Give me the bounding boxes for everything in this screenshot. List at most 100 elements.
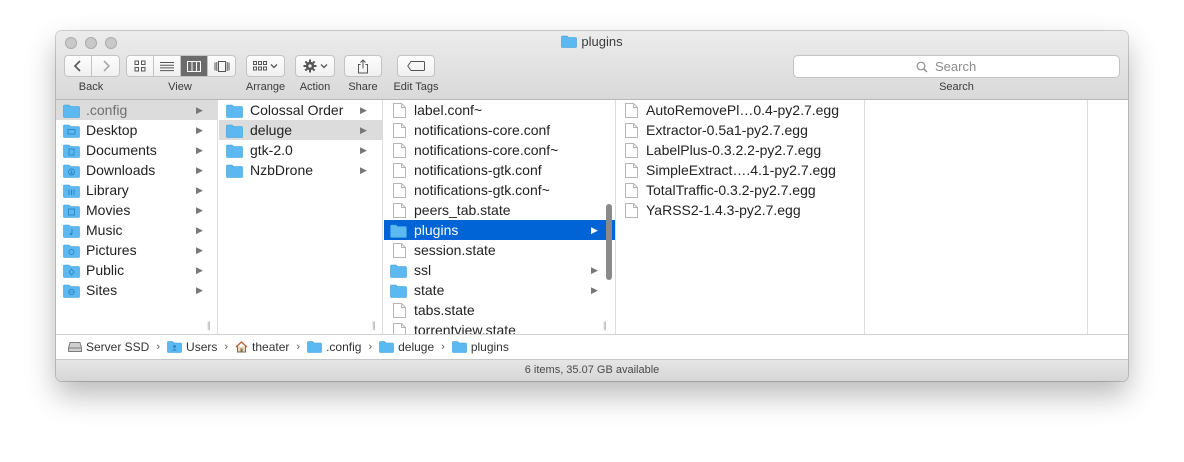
chevron-right-icon: ▶ [591,225,598,235]
back-forward-control [64,55,120,77]
list-item-state[interactable]: state ▶ [384,280,615,300]
list-item-egg[interactable]: TotalTraffic-0.3.2-py2.7.egg [617,180,864,200]
chevron-right-icon: ▶ [360,125,367,135]
search-label: Search [939,81,974,93]
chevron-right-icon: › [441,341,445,353]
vertical-scrollbar[interactable] [606,204,612,280]
column-browser: .config ▶ Desktop ▶ Documents ▶ Download… [56,100,1128,334]
breadcrumb-deluge[interactable]: deluge › [379,340,452,354]
list-item-pictures[interactable]: Pictures ▶ [56,240,217,260]
icon-view-button[interactable] [127,56,154,76]
folder-icon [379,341,394,353]
chevron-right-icon: ▶ [591,265,598,275]
column-empty [1088,100,1128,334]
arrange-button[interactable] [246,55,285,77]
share-label: Share [348,81,378,93]
gear-icon [303,59,316,73]
list-item-egg[interactable]: LabelPlus-0.3.2.2-py2.7.egg [617,140,864,160]
breadcrumb-config[interactable]: .config › [307,340,379,354]
list-item-file[interactable]: tabs.state [384,300,615,320]
chevron-right-icon: › [224,341,229,353]
chevron-right-icon: ▶ [196,165,203,175]
list-item-file[interactable]: label.conf~ [384,100,615,120]
action-button[interactable] [295,55,335,77]
list-item-documents[interactable]: Documents ▶ [56,140,217,160]
breadcrumb-plugins[interactable]: plugins [452,340,509,354]
search-input[interactable] [933,58,997,75]
document-icon [625,203,638,223]
list-item-file[interactable]: notifications-core.conf [384,120,615,140]
toolbar: plugins Back View Arrange Action Share E… [56,31,1128,100]
column-config: Colossal Order ▶ deluge ▶ gtk-2.0 ▶ NzbD… [219,100,383,334]
folder-icon [307,341,322,353]
folder-icon [226,163,243,183]
list-item-public[interactable]: Public ▶ [56,260,217,280]
column-plugins: AutoRemovePl…0.4-py2.7.egg Extractor-0.5… [617,100,865,334]
chevron-right-icon: ▶ [196,105,203,115]
chevron-right-icon: ▶ [591,285,598,295]
edit-tags-button[interactable] [397,55,435,77]
status-bar: 6 items, 35.07 GB available [56,359,1128,381]
chevron-right-icon: › [368,341,373,353]
list-item-music[interactable]: Music ▶ [56,220,217,240]
list-item-downloads[interactable]: Downloads ▶ [56,160,217,180]
home-icon [235,341,248,353]
back-button[interactable] [65,56,92,76]
forward-button[interactable] [92,56,119,76]
list-item-config[interactable]: .config ▶ [56,100,217,120]
column-resize-handle[interactable]: || [207,320,211,330]
list-item-file[interactable]: session.state [384,240,615,260]
cover-flow-view-button[interactable] [208,56,235,76]
list-view-button[interactable] [154,56,181,76]
share-button[interactable] [344,55,382,77]
search-field[interactable] [793,55,1120,78]
list-item-movies[interactable]: Movies ▶ [56,200,217,220]
chevron-right-icon [102,60,110,72]
column-resize-handle[interactable]: || [603,320,607,330]
list-item-file[interactable]: notifications-gtk.conf [384,160,615,180]
list-item-deluge[interactable]: deluge ▶ [219,120,382,140]
list-item-desktop[interactable]: Desktop ▶ [56,120,217,140]
list-item-file[interactable]: notifications-core.conf~ [384,140,615,160]
arrange-icon [253,61,267,71]
folder-icon [452,341,467,353]
list-item-egg[interactable]: SimpleExtract….4.1-py2.7.egg [617,160,864,180]
tag-icon [407,61,425,71]
chevron-right-icon: ▶ [196,125,203,135]
chevron-right-icon: › [156,341,161,353]
document-icon [393,323,406,334]
chevron-right-icon: ▶ [196,185,203,195]
folder-icon [561,35,578,51]
chevron-right-icon: ▶ [196,245,203,255]
path-bar: Server SSD › Users › theater › .config ›… [56,334,1128,359]
list-item-gtk[interactable]: gtk-2.0 ▶ [219,140,382,160]
list-item-ssl[interactable]: ssl ▶ [384,260,615,280]
list-item-file[interactable]: torrentview.state [384,320,615,334]
list-item-nzbdrone[interactable]: NzbDrone ▶ [219,160,382,180]
list-item-egg[interactable]: YaRSS2-1.4.3-py2.7.egg [617,200,864,220]
column-empty [866,100,1088,334]
list-item-file[interactable]: peers_tab.state [384,200,615,220]
action-label: Action [299,81,331,93]
column-resize-handle[interactable]: || [372,320,376,330]
column-view-button[interactable] [181,56,208,76]
chevron-right-icon: ▶ [196,145,203,155]
breadcrumb-theater[interactable]: theater › [235,340,307,354]
list-item-file[interactable]: notifications-gtk.conf~ [384,180,615,200]
chevron-right-icon: ▶ [196,225,203,235]
breadcrumb-server-ssd[interactable]: Server SSD › [68,340,167,354]
list-item-colossal-order[interactable]: Colossal Order ▶ [219,100,382,120]
edit-tags-label: Edit Tags [393,81,439,93]
icon-view-icon [134,60,146,72]
list-item-library[interactable]: Library ▶ [56,180,217,200]
chevron-right-icon: ▶ [360,145,367,155]
list-item-plugins[interactable]: plugins ▶ [384,220,615,240]
hard-drive-icon [68,342,82,352]
back-label: Back [78,81,104,93]
list-item-sites[interactable]: Sites ▶ [56,280,217,300]
list-view-icon [160,61,174,71]
chevron-right-icon: › [296,341,301,353]
list-item-egg[interactable]: AutoRemovePl…0.4-py2.7.egg [617,100,864,120]
breadcrumb-users[interactable]: Users › [167,340,235,354]
list-item-egg[interactable]: Extractor-0.5a1-py2.7.egg [617,120,864,140]
